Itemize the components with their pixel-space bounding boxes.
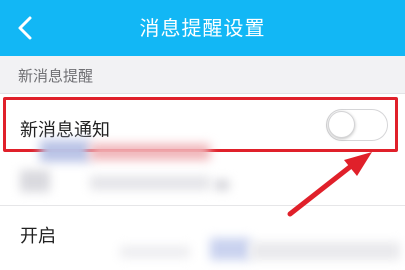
- toggle-knob: [328, 111, 355, 138]
- page-title: 消息提醒设置: [139, 16, 266, 40]
- enable-label: 开启: [20, 226, 56, 247]
- blurred-content: [20, 170, 50, 192]
- blurred-content: [90, 144, 210, 160]
- blurred-content: [210, 238, 250, 260]
- new-message-notification-toggle[interactable]: [326, 109, 388, 141]
- settings-screen: 消息提醒设置 新消息提醒 新消息通知 开启: [0, 0, 405, 270]
- section-header-label: 新消息提醒: [18, 67, 94, 85]
- top-bar: 消息提醒设置: [0, 0, 405, 56]
- new-message-notification-label: 新消息通知: [20, 120, 110, 141]
- blurred-content: [90, 176, 210, 190]
- blurred-content: [215, 180, 229, 190]
- section-header: 新消息提醒: [0, 56, 405, 94]
- blurred-content: [250, 242, 400, 260]
- blurred-content: [40, 140, 90, 162]
- enable-row[interactable]: 开启: [0, 206, 405, 270]
- blurred-content: [120, 246, 190, 258]
